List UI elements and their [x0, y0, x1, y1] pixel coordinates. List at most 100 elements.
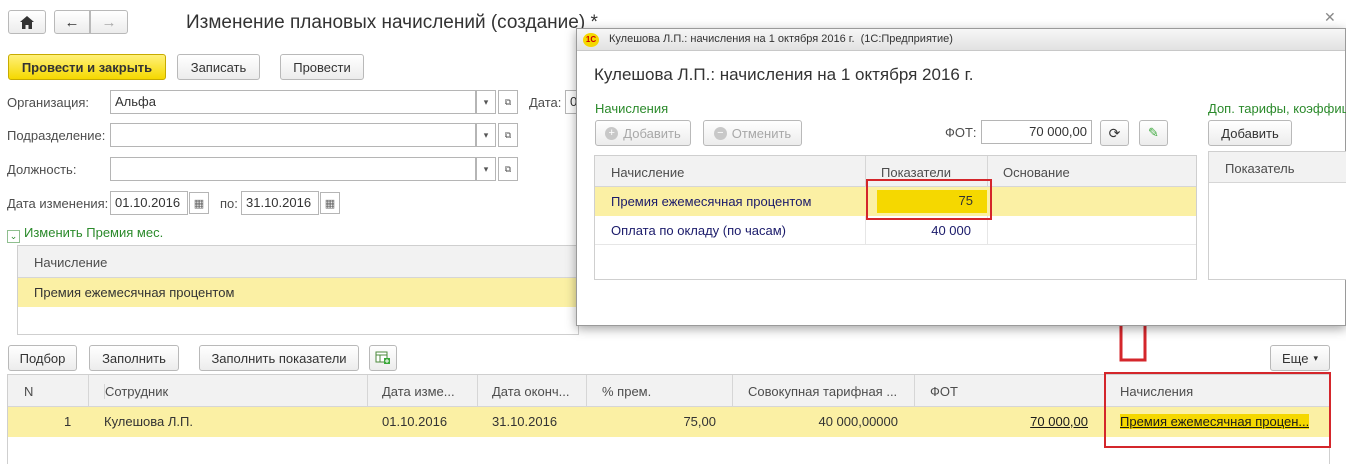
fill-button[interactable]: Заполнить — [89, 345, 179, 371]
close-button[interactable]: ✕ — [1324, 9, 1336, 26]
dialog-cancel-button[interactable]: − Отменить — [703, 120, 802, 146]
right-section-label: Доп. тарифы, коэффиц — [1208, 101, 1346, 116]
fot-field[interactable]: 70 000,00 — [981, 120, 1092, 144]
fill-indicators-button[interactable]: Заполнить показатели — [199, 345, 359, 371]
cancel-icon: − — [713, 126, 727, 140]
home-button[interactable] — [8, 10, 46, 34]
position-field[interactable] — [110, 157, 476, 181]
dialog-add-button[interactable]: + Добавить — [595, 120, 691, 146]
dialog-window-title: Кулешова Л.П.: начисления на 1 октября 2… — [609, 33, 953, 45]
pencil-icon: ✎ — [1148, 125, 1159, 140]
organization-dropdown[interactable]: ▾ — [476, 90, 496, 114]
page-title: Изменение плановых начислений (создание)… — [186, 12, 598, 33]
dialog-title: Кулешова Л.П.: начисления на 1 октября 2… — [594, 65, 974, 84]
accrual-row-name: Премия ежемесячная процентом — [34, 285, 235, 300]
dialog-cancel-label: Отменить — [731, 125, 792, 141]
highlight-indicator-cell — [866, 179, 992, 220]
row-date-change: 01.10.2016 — [382, 414, 448, 429]
table-row[interactable]: Оплата по окладу (по часам) 40 000 — [595, 216, 1196, 245]
accruals-dialog: 1С Кулешова Л.П.: начисления на 1 октябр… — [576, 28, 1346, 326]
change-section-toggle[interactable]: ⌄ Изменить Премия мес. — [7, 225, 163, 243]
table-add-icon — [375, 351, 390, 364]
organization-label: Организация: — [7, 95, 90, 110]
row-n: 1 — [64, 414, 72, 429]
change-date-from-field[interactable]: 01.10.2016 — [110, 191, 188, 215]
arrow-left-icon: ← — [64, 13, 80, 31]
change-date-to-field[interactable]: 31.10.2016 — [241, 191, 319, 215]
col-divider — [88, 375, 89, 407]
col-date-change: Дата изме... — [382, 384, 455, 399]
department-label: Подразделение: — [7, 128, 106, 143]
dialog-row-name: Премия ежемесячная процентом — [611, 194, 812, 209]
dialog-col-accrual: Начисление — [611, 165, 685, 180]
dialog-col-basis: Основание — [1003, 165, 1070, 180]
department-open[interactable]: ⧉ — [498, 123, 518, 147]
home-icon — [20, 15, 34, 29]
chevron-down-icon: ▾ — [483, 163, 489, 174]
dialog-titlebar: 1С Кулешова Л.П.: начисления на 1 октябр… — [577, 29, 1345, 51]
calendar-from-button[interactable]: ▦ — [189, 192, 209, 214]
open-icon: ⧉ — [504, 163, 512, 174]
more-label: Еще — [1282, 350, 1309, 366]
col-fot: ФОТ — [930, 384, 958, 399]
add-icon: + — [605, 126, 619, 140]
col-divider — [732, 375, 733, 407]
row-tariff: 40 000,00000 — [818, 414, 898, 429]
col-divider — [914, 375, 915, 407]
calendar-icon: ▦ — [324, 197, 336, 210]
right-add-button[interactable]: Добавить — [1208, 120, 1292, 146]
open-icon: ⧉ — [504, 96, 512, 107]
col-divider — [987, 216, 988, 245]
date-label: Дата: — [529, 95, 562, 110]
right-indicators-table: Показатель — [1208, 151, 1346, 280]
select-button[interactable]: Подбор — [8, 345, 77, 371]
organization-field[interactable]: Альфа — [110, 90, 476, 114]
row-percent: 75,00 — [683, 414, 716, 429]
forward-button[interactable]: → — [90, 10, 128, 34]
dialog-section-label: Начисления — [595, 101, 669, 116]
dialog-row-value: 40 000 — [931, 223, 971, 238]
col-n: N — [24, 384, 34, 399]
col-tariff: Совокупная тарифная ... — [748, 384, 898, 399]
arrow-right-icon: → — [101, 13, 117, 31]
to-label: по: — [220, 196, 238, 211]
position-dropdown[interactable]: ▾ — [476, 157, 496, 181]
save-button[interactable]: Записать — [177, 54, 260, 80]
position-open[interactable]: ⧉ — [498, 157, 518, 181]
post-button[interactable]: Провести — [280, 54, 364, 80]
organization-open[interactable]: ⧉ — [498, 90, 518, 114]
highlight-accruals-column — [1104, 372, 1331, 448]
1c-logo-icon: 1С — [583, 33, 599, 47]
dialog-col-indicators: Показатели — [881, 165, 951, 180]
row-employee: Кулешова Л.П. — [104, 414, 193, 429]
edit-button[interactable]: ✎ — [1139, 120, 1168, 146]
chevron-down-icon: ▾ — [483, 129, 489, 140]
col-percent: % прем. — [602, 384, 652, 399]
back-button[interactable]: ← — [54, 10, 90, 34]
refresh-button[interactable]: ⟳ — [1100, 120, 1129, 146]
change-date-label: Дата изменения: — [7, 196, 109, 211]
change-section-label: Изменить Премия мес. — [24, 225, 164, 240]
chevron-down-icon: ▾ — [483, 96, 489, 107]
table-settings-button[interactable] — [369, 345, 397, 371]
post-and-close-button[interactable]: Провести и закрыть — [8, 54, 166, 80]
department-field[interactable] — [110, 123, 476, 147]
row-date-end: 31.10.2016 — [492, 414, 558, 429]
department-dropdown[interactable]: ▾ — [476, 123, 496, 147]
accrual-table-header: Начисление — [18, 246, 578, 278]
col-date-end: Дата оконч... — [492, 384, 570, 399]
calendar-icon: ▦ — [193, 197, 205, 210]
calendar-to-button[interactable]: ▦ — [320, 192, 340, 214]
fot-label: ФОТ: — [945, 125, 977, 140]
dialog-row-name: Оплата по окладу (по часам) — [611, 223, 786, 238]
open-icon: ⧉ — [504, 129, 512, 140]
col-employee: Сотрудник — [104, 384, 169, 399]
col-divider — [586, 375, 587, 407]
table-row[interactable]: Премия ежемесячная процентом — [18, 278, 578, 307]
accrual-header-label: Начисление — [34, 255, 108, 270]
col-divider — [477, 375, 478, 407]
dialog-add-label: Добавить — [623, 125, 681, 141]
more-button[interactable]: Еще ▾ — [1270, 345, 1330, 371]
row-fot-link[interactable]: 70 000,00 — [916, 414, 1088, 429]
accrual-table: Начисление Премия ежемесячная процентом — [17, 245, 579, 335]
